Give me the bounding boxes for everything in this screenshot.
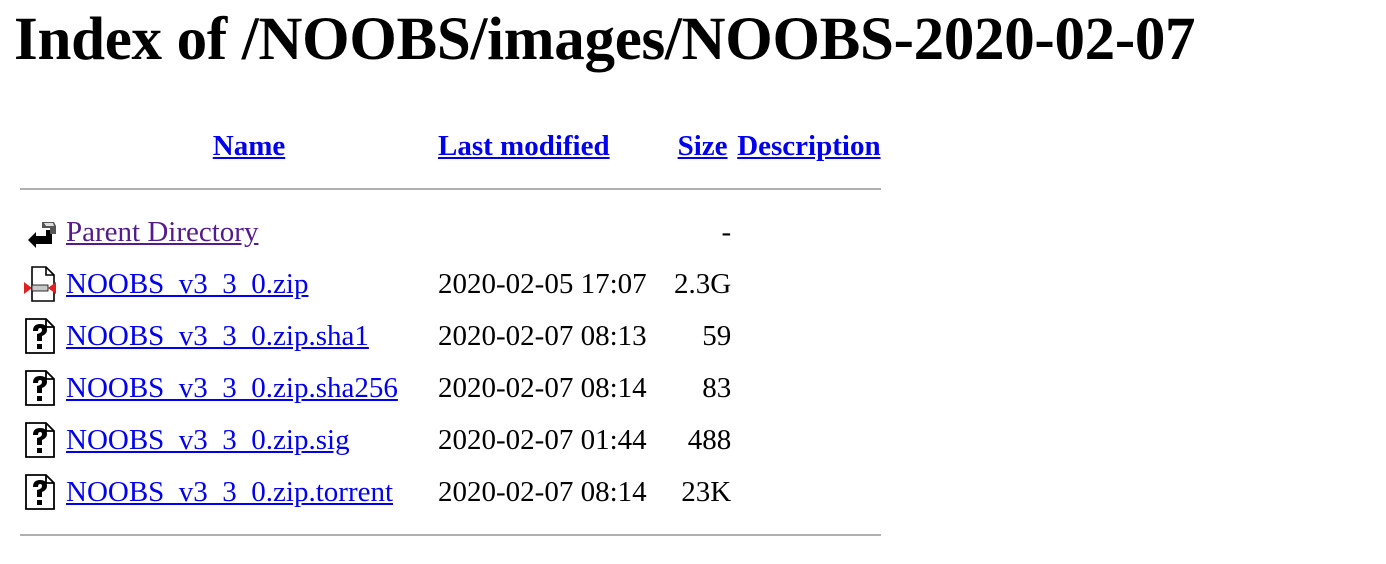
- last-modified-cell: 2020-02-07 08:14: [438, 371, 647, 404]
- name-cell: Parent Directory: [66, 206, 432, 258]
- size-cell: 2.3G: [674, 267, 732, 300]
- sort-by-name-link[interactable]: Name: [213, 130, 285, 162]
- table-row: NOOBS_v3_3_0.zip.sha1 2020-02-07 08:13 59: [20, 310, 881, 362]
- name-cell: NOOBS_v3_3_0.zip.sha1: [66, 310, 432, 362]
- table-row: Parent Directory -: [20, 206, 881, 258]
- header-row: Name Last modified Size Description: [20, 120, 881, 172]
- file-link[interactable]: NOOBS_v3_3_0.zip: [66, 268, 308, 300]
- last-modified-cell: 2020-02-07 08:14: [438, 475, 647, 508]
- top-divider: [20, 188, 881, 190]
- last-modified-cell: 2020-02-07 01:44: [438, 423, 647, 456]
- table-row: NOOBS_v3_3_0.zip.torrent 2020-02-07 08:14…: [20, 466, 881, 518]
- description-cell: [737, 258, 880, 310]
- description-cell: [737, 206, 880, 258]
- unknown-file-icon: [22, 316, 58, 356]
- description-cell: [737, 414, 880, 466]
- file-link[interactable]: NOOBS_v3_3_0.zip.torrent: [66, 476, 393, 508]
- archive-file-icon: [22, 264, 58, 304]
- name-column-header: Name: [66, 120, 432, 172]
- last-modified-cell: 2020-02-05 17:07: [438, 267, 647, 300]
- description-column-header: Description: [737, 120, 880, 172]
- icon-cell: [20, 466, 60, 518]
- parent-directory-link[interactable]: Parent Directory: [66, 216, 258, 248]
- bottom-divider-row: [20, 518, 881, 552]
- size-cell: 59: [702, 319, 732, 352]
- page-title: Index of /NOOBS/images/NOOBS-2020-02-07: [14, 6, 1196, 73]
- file-rows: Parent Directory - NOOBS_v3_3_0.zip 2020-02…: [20, 206, 881, 518]
- icon-cell: [20, 258, 60, 310]
- name-cell: NOOBS_v3_3_0.zip.sig: [66, 414, 432, 466]
- icon-column-header: [20, 120, 60, 172]
- size-cell: 23K: [681, 475, 732, 508]
- icon-cell: [20, 414, 60, 466]
- back-arrow-icon: [22, 212, 58, 252]
- unknown-file-icon: [22, 472, 58, 512]
- name-cell: NOOBS_v3_3_0.zip: [66, 258, 432, 310]
- size-cell: -: [721, 215, 732, 248]
- icon-cell: [20, 206, 60, 258]
- name-cell: NOOBS_v3_3_0.zip.sha256: [66, 362, 432, 414]
- description-cell: [737, 362, 880, 414]
- file-link[interactable]: NOOBS_v3_3_0.zip.sig: [66, 424, 350, 456]
- description-cell: [737, 466, 880, 518]
- name-cell: NOOBS_v3_3_0.zip.torrent: [66, 466, 432, 518]
- last-modified-cell: 2020-02-07 08:13: [438, 319, 647, 352]
- bottom-divider: [20, 534, 881, 536]
- size-cell: 83: [702, 371, 732, 404]
- size-cell: 488: [687, 423, 732, 456]
- unknown-file-icon: [22, 420, 58, 460]
- last-modified-cell: [438, 206, 668, 258]
- icon-cell: [20, 362, 60, 414]
- sort-by-last-modified-link[interactable]: Last modified: [438, 130, 610, 162]
- file-link[interactable]: NOOBS_v3_3_0.zip.sha1: [66, 320, 369, 352]
- icon-cell: [20, 310, 60, 362]
- sort-by-size-link[interactable]: Size: [678, 130, 728, 162]
- file-link[interactable]: NOOBS_v3_3_0.zip.sha256: [66, 372, 398, 404]
- table-row: NOOBS_v3_3_0.zip.sig 2020-02-07 01:44 488: [20, 414, 881, 466]
- unknown-file-icon: [22, 368, 58, 408]
- table-row: NOOBS_v3_3_0.zip 2020-02-05 17:07 2.3G: [20, 258, 881, 310]
- description-cell: [737, 310, 880, 362]
- file-listing-table: Name Last modified Size Description Pare…: [14, 120, 887, 552]
- size-column-header: Size: [674, 120, 731, 172]
- table-row: NOOBS_v3_3_0.zip.sha256 2020-02-07 08:14 8…: [20, 362, 881, 414]
- sort-by-description-link[interactable]: Description: [737, 130, 880, 162]
- last-modified-column-header: Last modified: [438, 120, 668, 172]
- top-divider-row: [20, 172, 881, 206]
